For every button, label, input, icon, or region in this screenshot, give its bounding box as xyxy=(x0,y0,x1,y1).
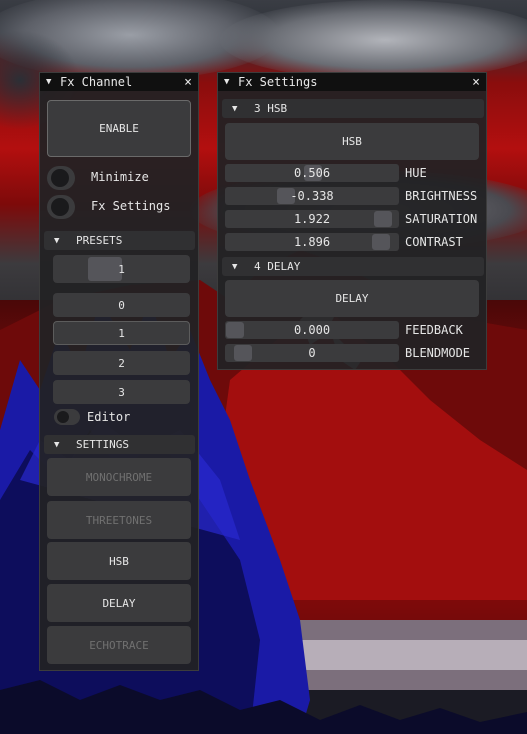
saturation-label: SATURATION xyxy=(405,212,478,226)
hsb-section-header[interactable]: ▼ 3 HSB xyxy=(222,99,484,118)
collapse-triangle-icon: ▼ xyxy=(54,235,60,246)
fx-settings-label: Fx Settings xyxy=(91,199,171,213)
enable-button[interactable]: ENABLE xyxy=(47,100,191,157)
preset-selector-slider[interactable]: 1 xyxy=(53,255,190,283)
feedback-slider[interactable]: 0.000 xyxy=(225,321,399,339)
collapse-triangle-icon[interactable]: ▼ xyxy=(46,77,56,87)
preset-button-0[interactable]: 0 xyxy=(53,293,190,317)
delay-section-header[interactable]: ▼ 4 DELAY xyxy=(222,257,484,276)
settings-header[interactable]: ▼ SETTINGS xyxy=(44,435,195,454)
slider-grab[interactable] xyxy=(372,234,390,250)
contrast-slider[interactable]: 1.896 xyxy=(225,233,399,251)
delay-effect-button[interactable]: DELAY xyxy=(225,280,479,317)
fx-settings-window: ▼ Fx Settings × ▼ 3 HSB HSB 0.506 HUE -0.3… xyxy=(217,72,487,370)
slider-grab[interactable] xyxy=(234,345,252,361)
toggle-knob xyxy=(57,411,69,423)
collapse-triangle-icon: ▼ xyxy=(232,261,238,272)
fx-channel-window: ▼ Fx Channel × ENABLE Minimize Fx Settin… xyxy=(39,72,199,671)
brightness-label: BRIGHTNESS xyxy=(405,189,478,203)
contrast-value: 1.896 xyxy=(293,235,331,249)
close-icon[interactable]: × xyxy=(472,75,480,90)
preset-button-1[interactable]: 1 xyxy=(53,321,190,345)
echotrace-button[interactable]: ECHOTRACE xyxy=(47,626,191,664)
threetones-button[interactable]: THREETONES xyxy=(47,501,191,539)
delay-button[interactable]: DELAY xyxy=(47,584,191,622)
fx-channel-title: Fx Channel xyxy=(60,75,133,89)
preset-button-2[interactable]: 2 xyxy=(53,351,190,375)
slider-grab[interactable] xyxy=(226,322,244,338)
fx-settings-titlebar[interactable]: ▼ Fx Settings × xyxy=(218,73,486,91)
blendmode-value: 0 xyxy=(308,346,316,360)
collapse-triangle-icon: ▼ xyxy=(232,103,238,114)
collapse-triangle-icon: ▼ xyxy=(54,439,60,450)
editor-label: Editor xyxy=(87,410,131,424)
feedback-value: 0.000 xyxy=(293,323,331,337)
hue-label: HUE xyxy=(405,166,427,180)
toggle-knob xyxy=(51,169,69,187)
slider-grab[interactable] xyxy=(374,211,392,227)
presets-header-label: PRESETS xyxy=(76,234,123,247)
slider-grab[interactable] xyxy=(88,257,122,281)
brightness-value: -0.338 xyxy=(290,189,334,203)
hsb-effect-button[interactable]: HSB xyxy=(225,123,479,160)
blendmode-slider[interactable]: 0 xyxy=(225,344,399,362)
fx-settings-title: Fx Settings xyxy=(238,75,318,89)
hue-value: 0.506 xyxy=(293,166,331,180)
preset-selector-value: 1 xyxy=(118,262,125,276)
preset-button-3[interactable]: 3 xyxy=(53,380,190,404)
hsb-button[interactable]: HSB xyxy=(47,542,191,580)
delay-section-label: 4 DELAY xyxy=(254,260,301,273)
contrast-label: CONTRAST xyxy=(405,235,463,249)
hue-slider[interactable]: 0.506 xyxy=(225,164,399,182)
blendmode-label: BLENDMODE xyxy=(405,346,471,360)
hsb-section-label: 3 HSB xyxy=(254,102,288,115)
toggle-knob xyxy=(51,198,69,216)
fx-settings-toggle[interactable] xyxy=(47,195,75,219)
settings-header-label: SETTINGS xyxy=(76,438,129,451)
minimize-label: Minimize xyxy=(91,170,149,184)
monochrome-button[interactable]: MONOCHROME xyxy=(47,458,191,496)
saturation-value: 1.922 xyxy=(293,212,331,226)
close-icon[interactable]: × xyxy=(184,75,192,90)
feedback-label: FEEDBACK xyxy=(405,323,463,337)
minimize-toggle[interactable] xyxy=(47,166,75,190)
editor-toggle[interactable] xyxy=(54,409,80,425)
presets-header[interactable]: ▼ PRESETS xyxy=(44,231,195,250)
brightness-slider[interactable]: -0.338 xyxy=(225,187,399,205)
fx-channel-titlebar[interactable]: ▼ Fx Channel × xyxy=(40,73,198,91)
saturation-slider[interactable]: 1.922 xyxy=(225,210,399,228)
collapse-triangle-icon[interactable]: ▼ xyxy=(224,77,234,87)
